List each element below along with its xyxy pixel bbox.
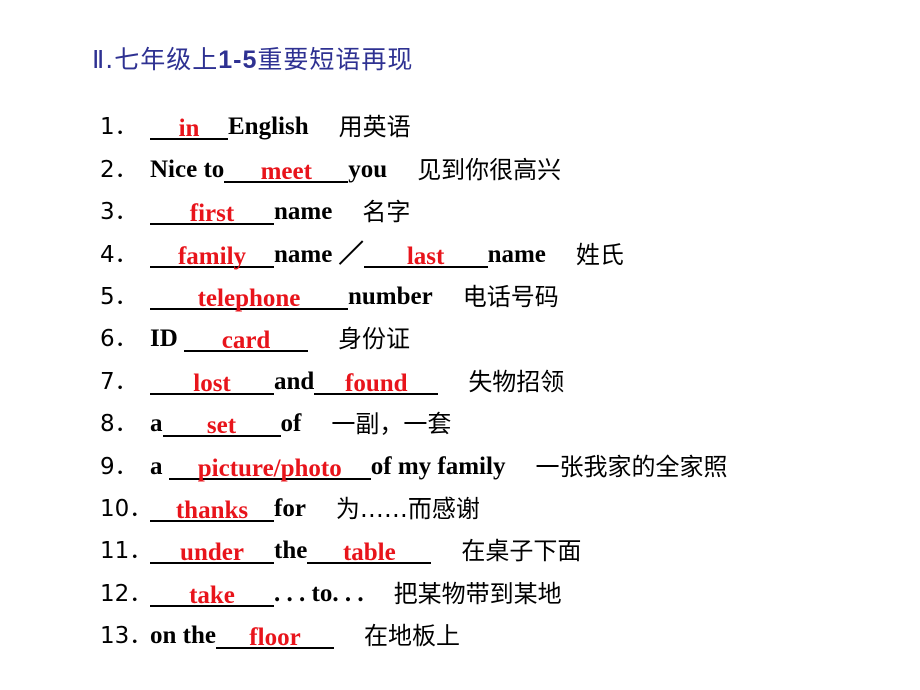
answer-text: set: [206, 412, 237, 440]
answer-text: telephone: [197, 284, 301, 312]
chinese-meaning: 在地板上: [363, 622, 460, 651]
chinese-meaning: 见到你很高兴: [417, 155, 562, 184]
chinese-meaning: 电话号码: [462, 282, 559, 311]
item-number: 2．: [100, 156, 138, 183]
answer-text: picture/photo: [197, 454, 342, 482]
answer-blank: first: [150, 193, 274, 228]
phrase-item: 6． ID card 身份证: [100, 314, 727, 356]
answer-blank: found: [314, 363, 439, 397]
phrase-item: 5． telephone number 电话号码: [100, 272, 727, 314]
phrase-item: 1． in English 用英语: [100, 102, 727, 144]
phrase-item: 13． on the floor 在地板上: [100, 611, 727, 653]
phrase-text: you: [348, 155, 388, 183]
answer-text: last: [406, 242, 445, 270]
answer-text: under: [180, 539, 244, 567]
chinese-meaning: 在桌子下面: [461, 537, 582, 566]
phrase-item: 4． family name ／ last name 姓氏: [100, 229, 727, 271]
phrase-text: . . . to. . .: [274, 579, 364, 607]
answer-blank: take: [150, 575, 274, 609]
chinese-meaning: 名字: [362, 198, 411, 227]
item-number: 1．: [100, 114, 138, 141]
answer-blank: in: [150, 108, 228, 143]
phrase-text: of my family: [370, 452, 506, 480]
phrase-item: 12． take . . . to. . . 把某物带到某地: [100, 568, 727, 610]
answer-blank: family: [150, 236, 274, 270]
phrase-list: 1． in English 用英语 2． Nice to meet you 见到你很高兴 3． fi…: [100, 102, 727, 653]
phrase-text: a: [150, 452, 169, 480]
item-number: 3．: [100, 199, 138, 226]
chinese-meaning: 一副，一套: [331, 410, 452, 439]
answer-text: lost: [193, 369, 231, 397]
phrase-item: 2． Nice to meet you 见到你很高兴: [100, 144, 727, 186]
answer-text: card: [221, 327, 271, 355]
answer-text: take: [189, 581, 235, 609]
chinese-meaning: 为……而感谢: [335, 494, 480, 523]
phrase-text: for: [274, 494, 306, 522]
phrase-text: on the: [150, 622, 216, 650]
answer-text: first: [189, 200, 235, 228]
item-number: 6．: [100, 326, 138, 353]
phrase-text: name ／: [274, 240, 364, 268]
phrase-item: 3． first name 名字: [100, 187, 727, 229]
phrase-text: of: [280, 410, 302, 438]
answer-blank: table: [307, 532, 432, 567]
phrase-item: 9． a picture/photo of my family 一张我家的全家照: [100, 441, 727, 483]
phrase-text: number: [348, 282, 433, 310]
chinese-meaning: 把某物带到某地: [393, 579, 562, 608]
phrase-item: 8． a set of 一副，一套: [100, 399, 727, 441]
phrase-text: name: [487, 240, 546, 268]
answer-blank: telephone: [150, 278, 348, 312]
item-number: 12．: [100, 580, 153, 607]
answer-blank: card: [184, 320, 309, 355]
answer-text: in: [178, 115, 200, 143]
title-prefix: Ⅱ.七年级上: [92, 45, 219, 74]
title-suffix: 重要短语再现: [257, 45, 414, 74]
item-number: 13．: [100, 623, 153, 650]
answer-blank: picture/photo: [168, 448, 371, 482]
answer-blank: lost: [150, 363, 274, 397]
chinese-meaning: 姓氏: [575, 240, 624, 269]
phrase-text: Nice to: [150, 155, 225, 183]
phrase-item: 7． lost and found 失物招领: [100, 356, 727, 398]
answer-blank: last: [363, 236, 488, 270]
phrase-item: 11． under the table 在桌子下面: [100, 526, 727, 568]
answer-blank: meet: [224, 151, 349, 185]
chinese-meaning: 失物招领: [468, 367, 565, 396]
item-number: 9．: [100, 453, 138, 480]
answer-blank: under: [150, 532, 274, 567]
answer-text: meet: [260, 157, 312, 185]
slide-title: Ⅱ.七年级上1-5重要短语再现: [92, 40, 413, 76]
answer-text: table: [342, 539, 396, 567]
phrase-text: English: [228, 113, 309, 141]
phrase-text: name: [274, 198, 333, 226]
chinese-meaning: 一张我家的全家照: [535, 452, 728, 481]
chinese-meaning: 用英语: [338, 113, 411, 142]
item-number: 11．: [100, 538, 153, 565]
title-unit-range: 1-5: [218, 46, 258, 74]
answer-blank: thanks: [150, 490, 274, 524]
item-number: 8．: [100, 411, 138, 438]
chinese-meaning: 身份证: [338, 325, 411, 354]
item-number: 4．: [100, 241, 138, 268]
phrase-item: 10． thanks for 为……而感谢: [100, 484, 727, 526]
answer-blank: set: [162, 405, 281, 440]
item-number: 7．: [100, 368, 138, 395]
item-number: 5．: [100, 283, 138, 310]
phrase-text: ID: [150, 325, 185, 353]
phrase-text: a: [150, 410, 163, 438]
phrase-text: the: [274, 537, 308, 565]
phrase-text: and: [274, 367, 315, 395]
item-number: 10．: [100, 495, 153, 522]
answer-text: family: [177, 242, 247, 270]
answer-text: floor: [249, 624, 301, 652]
answer-text: thanks: [175, 496, 249, 524]
answer-blank: floor: [215, 617, 334, 652]
answer-text: found: [345, 369, 408, 397]
